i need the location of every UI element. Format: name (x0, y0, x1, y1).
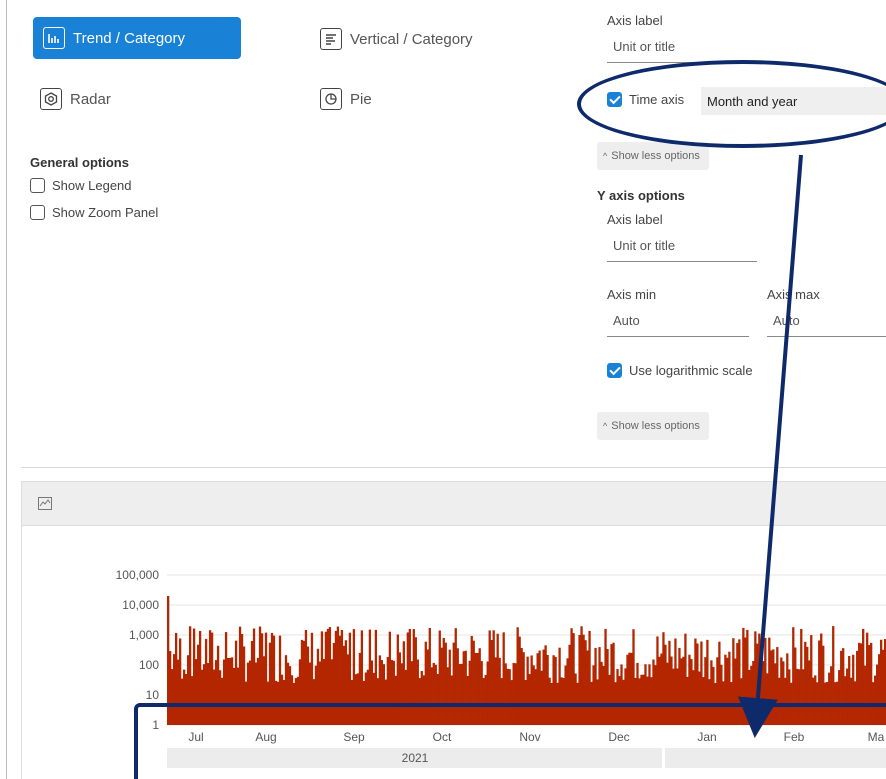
y-tick-label: 100 (139, 658, 159, 672)
y-tick-label: 100,000 (116, 568, 160, 582)
annotation-rectangle (134, 703, 886, 779)
annotation-ellipse (577, 60, 886, 148)
y-tick-label: 10,000 (122, 598, 159, 612)
y-tick-label: 10 (146, 688, 160, 702)
y-tick-label: 1,000 (129, 628, 159, 642)
